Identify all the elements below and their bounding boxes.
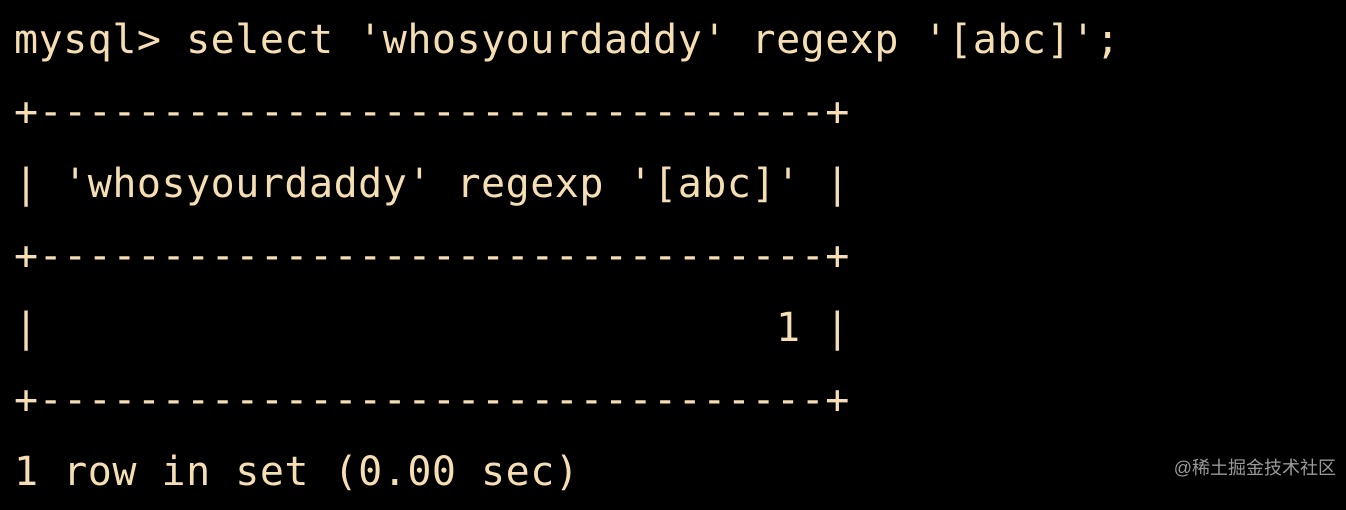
result-border-bottom: +--------------------------------+ [14,377,850,423]
result-row: | 1 | [14,305,850,351]
watermark: @稀土掘金技术社区 [1174,432,1336,504]
terminal-output: mysql> select 'whosyourdaddy' regexp '[a… [0,0,1346,508]
result-border-mid: +--------------------------------+ [14,233,850,279]
prompt: mysql> [14,17,162,63]
sql-command: select 'whosyourdaddy' regexp '[abc]'; [186,17,1120,63]
result-footer: 1 row in set (0.00 sec) [14,449,579,495]
result-border-top: +--------------------------------+ [14,89,850,135]
result-header: | 'whosyourdaddy' regexp '[abc]' | [14,161,850,207]
